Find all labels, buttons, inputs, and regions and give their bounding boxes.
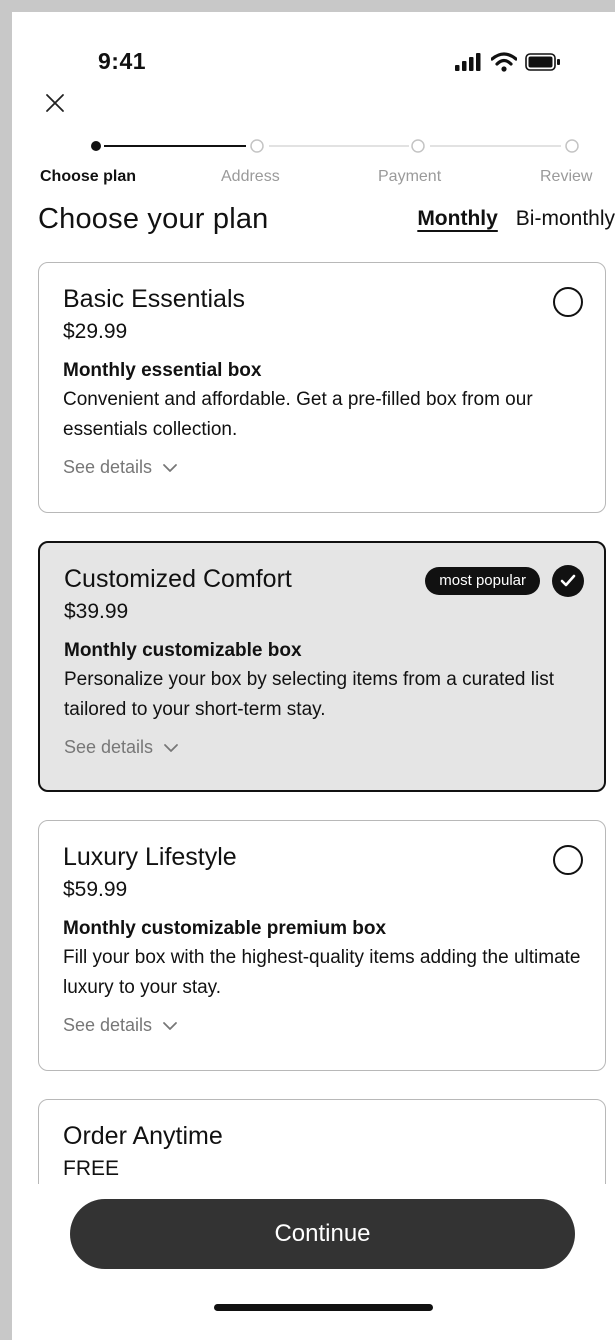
plan-radio-unselected[interactable] bbox=[553, 287, 583, 317]
plan-card-customized-comfort[interactable]: Customized Comfort $39.99 Monthly custom… bbox=[38, 541, 606, 792]
frequency-option-monthly[interactable]: Monthly bbox=[417, 207, 497, 231]
status-bar: 9:41 bbox=[12, 12, 615, 92]
plan-card-luxury-lifestyle[interactable]: Luxury Lifestyle $59.99 Monthly customiz… bbox=[38, 820, 606, 1071]
close-button[interactable] bbox=[40, 88, 70, 118]
see-details-label: See details bbox=[63, 457, 153, 477]
plan-price: $59.99 bbox=[63, 878, 128, 901]
cellular-signal-icon bbox=[455, 53, 481, 71]
status-icons bbox=[455, 52, 561, 72]
close-icon bbox=[46, 94, 64, 112]
plan-name: Basic Essentials bbox=[63, 285, 246, 313]
see-details-label: See details bbox=[63, 1015, 153, 1035]
plan-price: FREE bbox=[63, 1157, 120, 1180]
see-details-label: See details bbox=[64, 737, 154, 757]
plan-description: Convenient and affordable. Get a pre-fil… bbox=[63, 389, 533, 440]
step-label-choose-plan: Choose plan bbox=[40, 168, 137, 185]
step-dot-active bbox=[91, 141, 101, 151]
most-popular-badge: most popular bbox=[425, 567, 540, 595]
frequency-option-bi-monthly[interactable]: Bi-monthly bbox=[516, 207, 615, 231]
see-details-link[interactable]: See details bbox=[63, 457, 178, 478]
plan-card-basic-essentials[interactable]: Basic Essentials $29.99 Monthly essentia… bbox=[38, 262, 606, 513]
step-label-payment: Payment bbox=[378, 168, 442, 185]
continue-button[interactable]: Continue bbox=[70, 1199, 575, 1269]
plan-description: Fill your box with the highest-quality i… bbox=[63, 947, 581, 998]
plan-subtitle: Monthly customizable box bbox=[64, 640, 302, 661]
step-dot-payment bbox=[411, 139, 425, 153]
step-label-review: Review bbox=[540, 168, 593, 185]
stepper-track bbox=[91, 139, 579, 153]
frequency-toggle: Monthly Bi-monthly bbox=[417, 207, 615, 231]
heading-row: Choose your plan Monthly Bi-monthly bbox=[38, 200, 615, 240]
step-label-address: Address bbox=[221, 168, 280, 185]
wifi-icon bbox=[491, 52, 517, 72]
plan-description: Personalize your box by selecting items … bbox=[64, 669, 554, 720]
home-indicator bbox=[214, 1304, 433, 1311]
progress-stepper: Choose plan Address Payment Review bbox=[12, 124, 615, 194]
plan-name: Luxury Lifestyle bbox=[63, 843, 237, 871]
checkmark-icon bbox=[560, 574, 576, 587]
page-title: Choose your plan bbox=[38, 203, 269, 235]
chevron-down-icon bbox=[163, 463, 177, 472]
plan-name: Order Anytime bbox=[63, 1122, 223, 1150]
battery-icon bbox=[525, 53, 560, 71]
see-details-link[interactable]: See details bbox=[63, 1015, 178, 1036]
plan-price: $39.99 bbox=[64, 600, 129, 623]
plan-subtitle: Monthly customizable premium box bbox=[63, 918, 387, 939]
plan-price: $29.99 bbox=[63, 320, 128, 343]
phone-screen: 9:41 Choose plan Address Payment Review … bbox=[12, 12, 615, 1340]
plan-radio-selected[interactable] bbox=[552, 565, 584, 597]
status-time: 9:41 bbox=[98, 48, 147, 74]
plan-radio-unselected[interactable] bbox=[553, 845, 583, 875]
step-dot-review bbox=[565, 139, 579, 153]
plan-subtitle: Monthly essential box bbox=[63, 360, 262, 381]
chevron-down-icon bbox=[163, 1021, 177, 1030]
chevron-down-icon bbox=[164, 743, 178, 752]
step-dot-address bbox=[250, 139, 264, 153]
see-details-link[interactable]: See details bbox=[64, 737, 179, 758]
